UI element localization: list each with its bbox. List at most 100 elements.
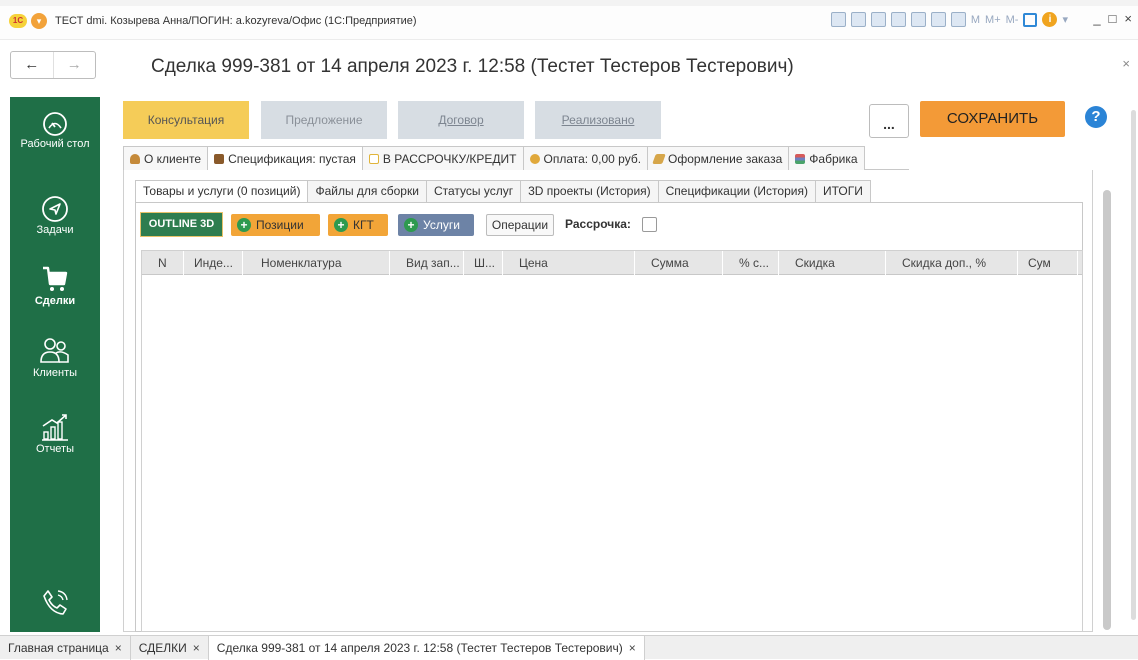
tab-about-client[interactable]: О клиенте (123, 146, 209, 170)
back-button[interactable]: ← (11, 52, 54, 78)
tab-specifications-history[interactable]: Спецификации (История) (657, 180, 816, 203)
column-header-nomenclature[interactable]: Номенклатура (243, 251, 390, 275)
column-header-sum-2[interactable]: Сум (1018, 251, 1078, 275)
window-tab-home[interactable]: Главная страница × (0, 636, 131, 660)
column-header-sum[interactable]: Сумма (635, 251, 723, 275)
stage-realized[interactable]: Реализовано (535, 101, 661, 139)
users-link-icon[interactable] (890, 12, 906, 27)
stage-contract[interactable]: Договор (398, 101, 524, 139)
column-header-request-type[interactable]: Вид зап... (390, 251, 464, 275)
column-header-price[interactable]: Цена (503, 251, 635, 275)
add-positions-button[interactable]: + Позиции (231, 214, 320, 236)
close-tab-icon[interactable]: × (115, 641, 122, 655)
tab-factory[interactable]: Фабрика (788, 146, 865, 170)
window-tab-label: Главная страница (8, 641, 109, 655)
column-header-discount[interactable]: Скидка (779, 251, 886, 275)
tab-label: Спецификация: пустая (228, 152, 356, 166)
sidebar-item-label: Задачи (36, 224, 74, 236)
column-header-index[interactable]: Инде... (184, 251, 243, 275)
tab-3d-projects[interactable]: 3D проекты (История) (520, 180, 659, 203)
print-icon[interactable] (850, 12, 866, 27)
sidebar-item-reports[interactable]: Отчеты (10, 412, 100, 455)
tab-label: В РАССРОЧКУ/КРЕДИТ (382, 151, 517, 166)
stage-offer[interactable]: Предложение (261, 101, 387, 139)
save-icon[interactable] (830, 12, 846, 27)
app-logo-icon: 1С (9, 14, 27, 28)
navigation-arrow-icon (42, 196, 68, 222)
window-close-button[interactable]: × (1124, 11, 1132, 26)
memory-minus-button[interactable]: M- (1006, 14, 1019, 26)
column-header-percent[interactable]: % с... (723, 251, 779, 275)
main-menu-button[interactable]: ▾ (31, 13, 47, 29)
sidebar-item-tasks[interactable]: Задачи (10, 195, 100, 236)
window-tab-deals[interactable]: СДЕЛКИ × (131, 636, 209, 660)
column-header-width[interactable]: Ш... (464, 251, 503, 275)
open-windows-bar: Главная страница × СДЕЛКИ × Сделка 999-3… (0, 635, 1138, 660)
tab-label: Фабрика (809, 151, 858, 166)
window-frame-icon[interactable] (1023, 12, 1038, 27)
tab-service-statuses[interactable]: Статусы услуг (425, 180, 522, 203)
info-dropdown-icon[interactable]: ▾ (1062, 13, 1068, 26)
sidebar-item-phone[interactable] (10, 587, 100, 617)
column-header-extra-discount[interactable]: Скидка доп., % (886, 251, 1018, 275)
close-form-button[interactable]: × (1122, 56, 1130, 71)
button-label: КГТ (353, 218, 374, 232)
page-title: Сделка 999-381 от 14 апреля 2023 г. 12:5… (151, 56, 794, 77)
info-icon[interactable]: i (1042, 12, 1058, 27)
sidebar: Рабочий стол Задачи Сделки Клиенты Отчет… (10, 97, 100, 632)
form-tabs: О клиенте Спецификация: пустая В РАССРОЧ… (123, 146, 909, 171)
memory-m-button[interactable]: M (971, 14, 980, 26)
window-tab-deal[interactable]: Сделка 999-381 от 14 апреля 2023 г. 12:5… (208, 636, 645, 660)
installment-checkbox[interactable] (642, 217, 657, 232)
calendar-icon[interactable] (950, 12, 966, 27)
history-nav: ← → (10, 51, 96, 79)
sidebar-item-label: Отчеты (35, 443, 75, 455)
tab-payment[interactable]: Оплата: 0,00 руб. (522, 146, 649, 170)
help-icon[interactable]: ? (1085, 106, 1107, 128)
specification-tabs: Товары и услуги (0 позиций) Файлы для сб… (135, 180, 871, 203)
window-controls: _ □ × (1093, 11, 1132, 26)
add-kgt-button[interactable]: + КГТ (328, 214, 388, 236)
form-scrollbar[interactable] (1129, 100, 1137, 630)
tab-specification[interactable]: Спецификация: пустая (207, 146, 363, 171)
operations-button[interactable]: Операции (486, 214, 554, 236)
speedometer-icon (43, 112, 67, 136)
installment-label: Рассрочка: (565, 217, 631, 231)
calculator-icon[interactable] (930, 12, 946, 27)
tab-goods-services[interactable]: Товары и услуги (0 позиций) (135, 180, 309, 203)
print-alt-icon[interactable] (910, 12, 926, 27)
stage-consultation[interactable]: Консультация (123, 101, 249, 139)
window-tab-label: Сделка 999-381 от 14 апреля 2023 г. 12:5… (216, 641, 623, 655)
credit-card-icon (368, 153, 379, 164)
panel-scrollbar[interactable] (1101, 175, 1114, 632)
panel-scrollbar-thumb[interactable] (1103, 190, 1111, 630)
close-tab-icon[interactable]: × (629, 641, 636, 655)
title-toolbar: M M+ M- i ▾ (830, 12, 1068, 27)
app-window: 1С ▾ ТЕСТ dmi. Козырева Анна/ПОГИН: a.ko… (0, 0, 1138, 660)
sidebar-item-label: Рабочий стол (20, 138, 90, 150)
window-tab-label: СДЕЛКИ (138, 641, 187, 655)
preview-icon[interactable] (870, 12, 886, 27)
tab-order-processing[interactable]: Оформление заказа (647, 146, 790, 170)
tab-totals[interactable]: ИТОГИ (814, 180, 871, 203)
minimize-button[interactable]: _ (1093, 11, 1100, 26)
add-services-button[interactable]: + Услуги (398, 214, 474, 236)
sidebar-item-desktop[interactable]: Рабочий стол (10, 111, 100, 150)
outline-3d-button[interactable]: OUTLINE 3D (140, 212, 223, 237)
tab-label: Оплата: 0,00 руб. (543, 151, 642, 166)
goods-table: N Инде... Номенклатура Вид зап... Ш... Ц… (141, 250, 1083, 632)
tab-assembly-files[interactable]: Файлы для сборки (307, 180, 427, 203)
memory-plus-button[interactable]: M+ (985, 14, 1001, 26)
forward-button[interactable]: → (54, 52, 96, 78)
more-actions-button[interactable]: ... (869, 104, 909, 138)
sidebar-item-deals[interactable]: Сделки (10, 264, 100, 307)
close-tab-icon[interactable]: × (193, 641, 200, 655)
column-header-n[interactable]: N (142, 251, 184, 275)
title-bar: 1С ▾ ТЕСТ dmi. Козырева Анна/ПОГИН: a.ko… (0, 0, 1138, 40)
plus-icon: + (334, 218, 348, 232)
sidebar-item-clients[interactable]: Клиенты (10, 336, 100, 379)
save-button[interactable]: СОХРАНИТЬ (920, 101, 1065, 137)
maximize-button[interactable]: □ (1109, 11, 1117, 26)
form-scrollbar-thumb[interactable] (1131, 110, 1136, 620)
tab-installment-credit[interactable]: В РАССРОЧКУ/КРЕДИТ (361, 146, 524, 170)
